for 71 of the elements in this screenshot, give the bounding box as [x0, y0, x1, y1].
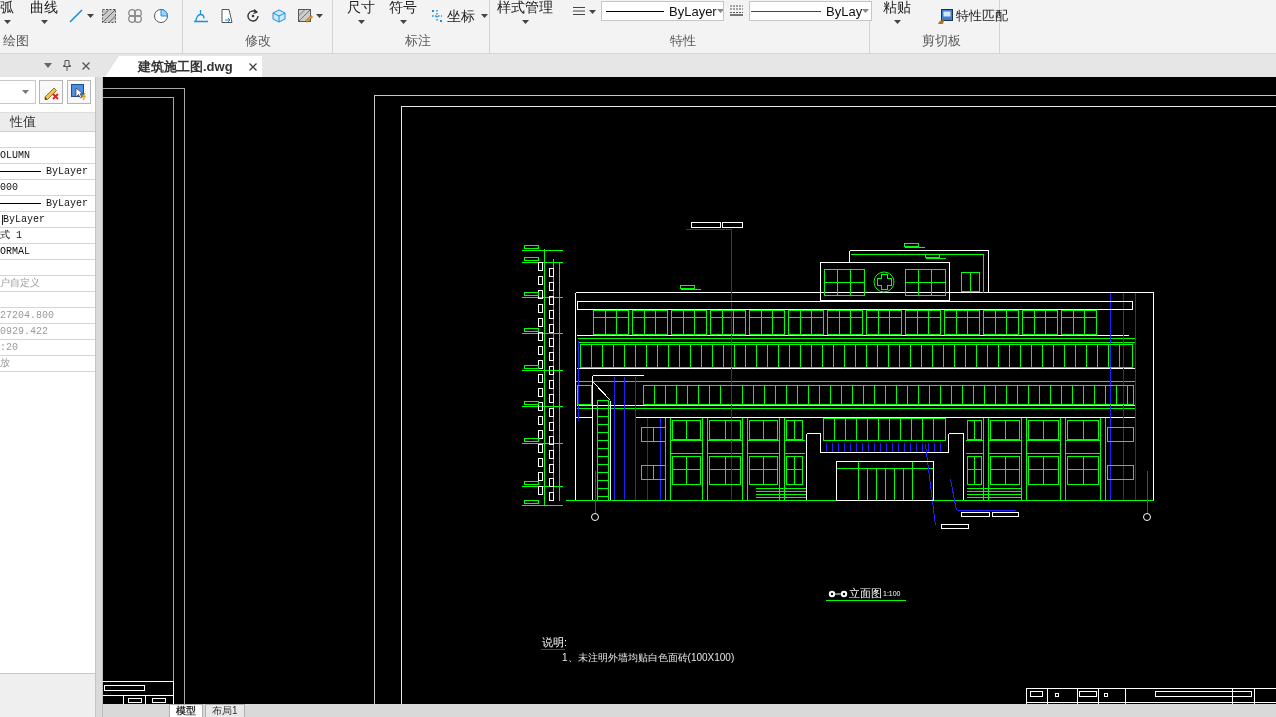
group-title: 修改 — [243, 32, 272, 50]
close-icon[interactable] — [249, 62, 257, 71]
hatch-icon[interactable] — [101, 8, 117, 24]
property-value: ByLayer — [46, 196, 88, 211]
color-swatch-icon — [0, 214, 3, 225]
axis-markers-icon — [828, 590, 848, 598]
caret-icon — [357, 20, 365, 24]
three-lines-icon[interactable] — [573, 6, 585, 16]
caret-icon — [521, 20, 529, 24]
cursor-square-icon — [70, 83, 88, 101]
caret-icon — [399, 20, 407, 24]
select-objects-button[interactable] — [67, 80, 91, 104]
note-text: 1、未注明外墙均贴白色面砖(100X100) — [562, 652, 735, 664]
match-properties-button[interactable]: 特性匹配 — [937, 7, 1008, 25]
notes-heading: 说明: — [542, 636, 568, 648]
ribbon-button[interactable]: 符号 — [389, 0, 417, 24]
dropdown-caret-icon[interactable] — [44, 63, 52, 68]
property-value: OLUMN — [0, 148, 30, 163]
group-title: 绘图 — [2, 32, 30, 50]
ribbon-button[interactable]: 曲线 — [30, 0, 58, 24]
caret-icon[interactable] — [87, 14, 94, 18]
column-header: 性值 — [0, 112, 95, 132]
close-icon[interactable] — [82, 61, 90, 70]
coordinate-button[interactable]: 坐标 — [431, 7, 488, 25]
dashed-lines-icon[interactable] — [730, 5, 743, 16]
group-title: 剪切板 — [920, 32, 962, 50]
caret-icon — [3, 20, 11, 24]
property-value: 户自定义 — [0, 276, 40, 291]
caret-icon[interactable] — [316, 14, 323, 18]
dotted-cross-icon — [431, 9, 443, 23]
property-dropdown[interactable]: ByLay — [749, 1, 872, 21]
property-value: 式 1 — [0, 228, 22, 243]
page-arrow-icon[interactable] — [219, 8, 235, 24]
property-value: :20 — [0, 340, 18, 355]
layout-tab[interactable]: 布局1 — [205, 704, 245, 717]
clear-selection-button[interactable] — [39, 80, 63, 104]
property-value: ORMAL — [0, 244, 30, 259]
circles-icon[interactable] — [127, 8, 143, 24]
caret-icon — [22, 90, 29, 94]
document-tab[interactable]: 建筑施工图.dwg — [105, 56, 262, 77]
hatch-pencil-icon[interactable] — [297, 8, 313, 24]
rotate-icon[interactable] — [245, 8, 261, 24]
property-value: 000 — [0, 180, 18, 195]
property-value: ByLayer — [46, 164, 88, 179]
ribbon-button[interactable]: 尺寸 — [347, 0, 375, 24]
caret-icon — [862, 9, 870, 13]
property-value: 放 — [0, 356, 10, 371]
drawing-title: 立面图 — [849, 587, 882, 599]
line-sample-icon — [0, 171, 41, 172]
ribbon-button[interactable]: 粘贴 — [883, 0, 911, 24]
layout-tab[interactable]: 模型 — [169, 704, 203, 717]
property-value: 0929.422 — [0, 324, 48, 339]
caret-icon[interactable] — [589, 10, 596, 14]
property-dropdown[interactable]: ByLayer — [601, 1, 724, 21]
arch-icon[interactable] — [193, 8, 209, 24]
caret-icon — [40, 20, 48, 24]
title-block-drawing — [103, 681, 174, 704]
ribbon-button[interactable]: 样式管理 — [497, 0, 553, 24]
caret-icon — [716, 9, 723, 13]
monitor-brush-icon — [937, 7, 954, 25]
property-value: 27204.800 — [0, 308, 54, 323]
caret-icon — [893, 20, 901, 24]
caret-icon — [481, 14, 488, 18]
circle-segment-icon[interactable] — [153, 8, 169, 24]
group-title: 特性 — [669, 32, 697, 50]
ribbon-button[interactable]: 弧 — [0, 0, 14, 24]
line-sample-icon — [0, 203, 41, 204]
cube-icon[interactable] — [271, 8, 287, 24]
pin-icon[interactable] — [63, 60, 71, 71]
group-title: 标注 — [404, 32, 432, 50]
property-value: ByLayer — [3, 212, 45, 227]
